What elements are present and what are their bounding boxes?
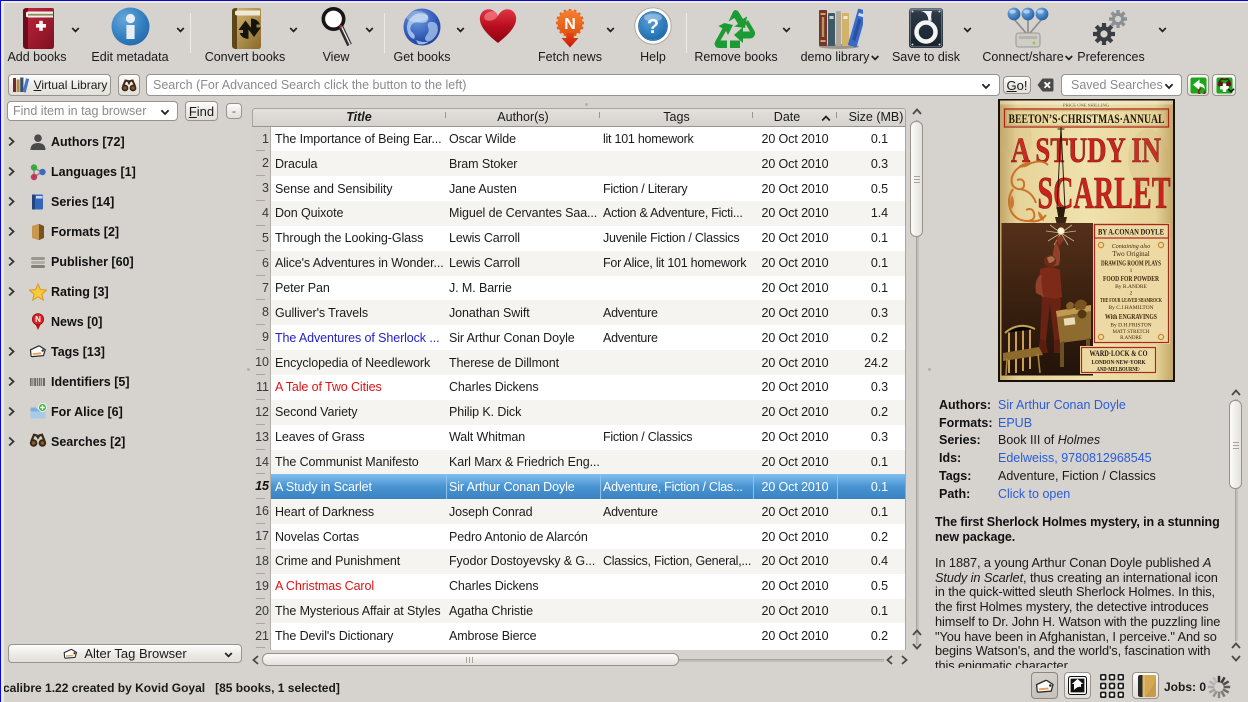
svg-text:R.ANDRE: R.ANDRE — [1120, 336, 1142, 341]
svg-text:2: 2 — [1130, 291, 1133, 297]
svg-text:By D.H.FRISTON: By D.H.FRISTON — [1110, 323, 1151, 329]
svg-text:BEETON’S·CHRISTMAS·ANNUAL: BEETON’S·CHRISTMAS·ANNUAL — [1009, 112, 1165, 126]
svg-text:LONDON·NEW·YORK: LONDON·NEW·YORK — [1092, 359, 1146, 366]
svg-text:BY A.CONAN DOYLE: BY A.CONAN DOYLE — [1098, 228, 1164, 237]
svg-text:WARD·LOCK & CO: WARD·LOCK & CO — [1090, 349, 1148, 358]
svg-text:With ENGRAVINGS: With ENGRAVINGS — [1105, 313, 1157, 321]
svg-text:By C.J.HAMILTON: By C.J.HAMILTON — [1108, 305, 1153, 311]
svg-text:FOOD FOR POWDER: FOOD FOR POWDER — [1103, 274, 1159, 283]
svg-text:AND·MELBOURNE·: AND·MELBOURNE· — [1097, 366, 1141, 373]
svg-text:DRAWING ROOM PLAYS: DRAWING ROOM PLAYS — [1101, 259, 1161, 268]
svg-text:MATT STRETCH: MATT STRETCH — [1113, 330, 1150, 335]
svg-text:By R.ANDRE: By R.ANDRE — [1115, 284, 1147, 290]
svg-text:THE FOUR LEAVED SHAMROCK: THE FOUR LEAVED SHAMROCK — [1100, 297, 1162, 304]
svg-text:N: N — [564, 16, 576, 33]
svg-text:N: N — [35, 315, 41, 324]
svg-text:Two Original: Two Original — [1112, 250, 1149, 258]
svg-text:?: ? — [647, 16, 659, 38]
